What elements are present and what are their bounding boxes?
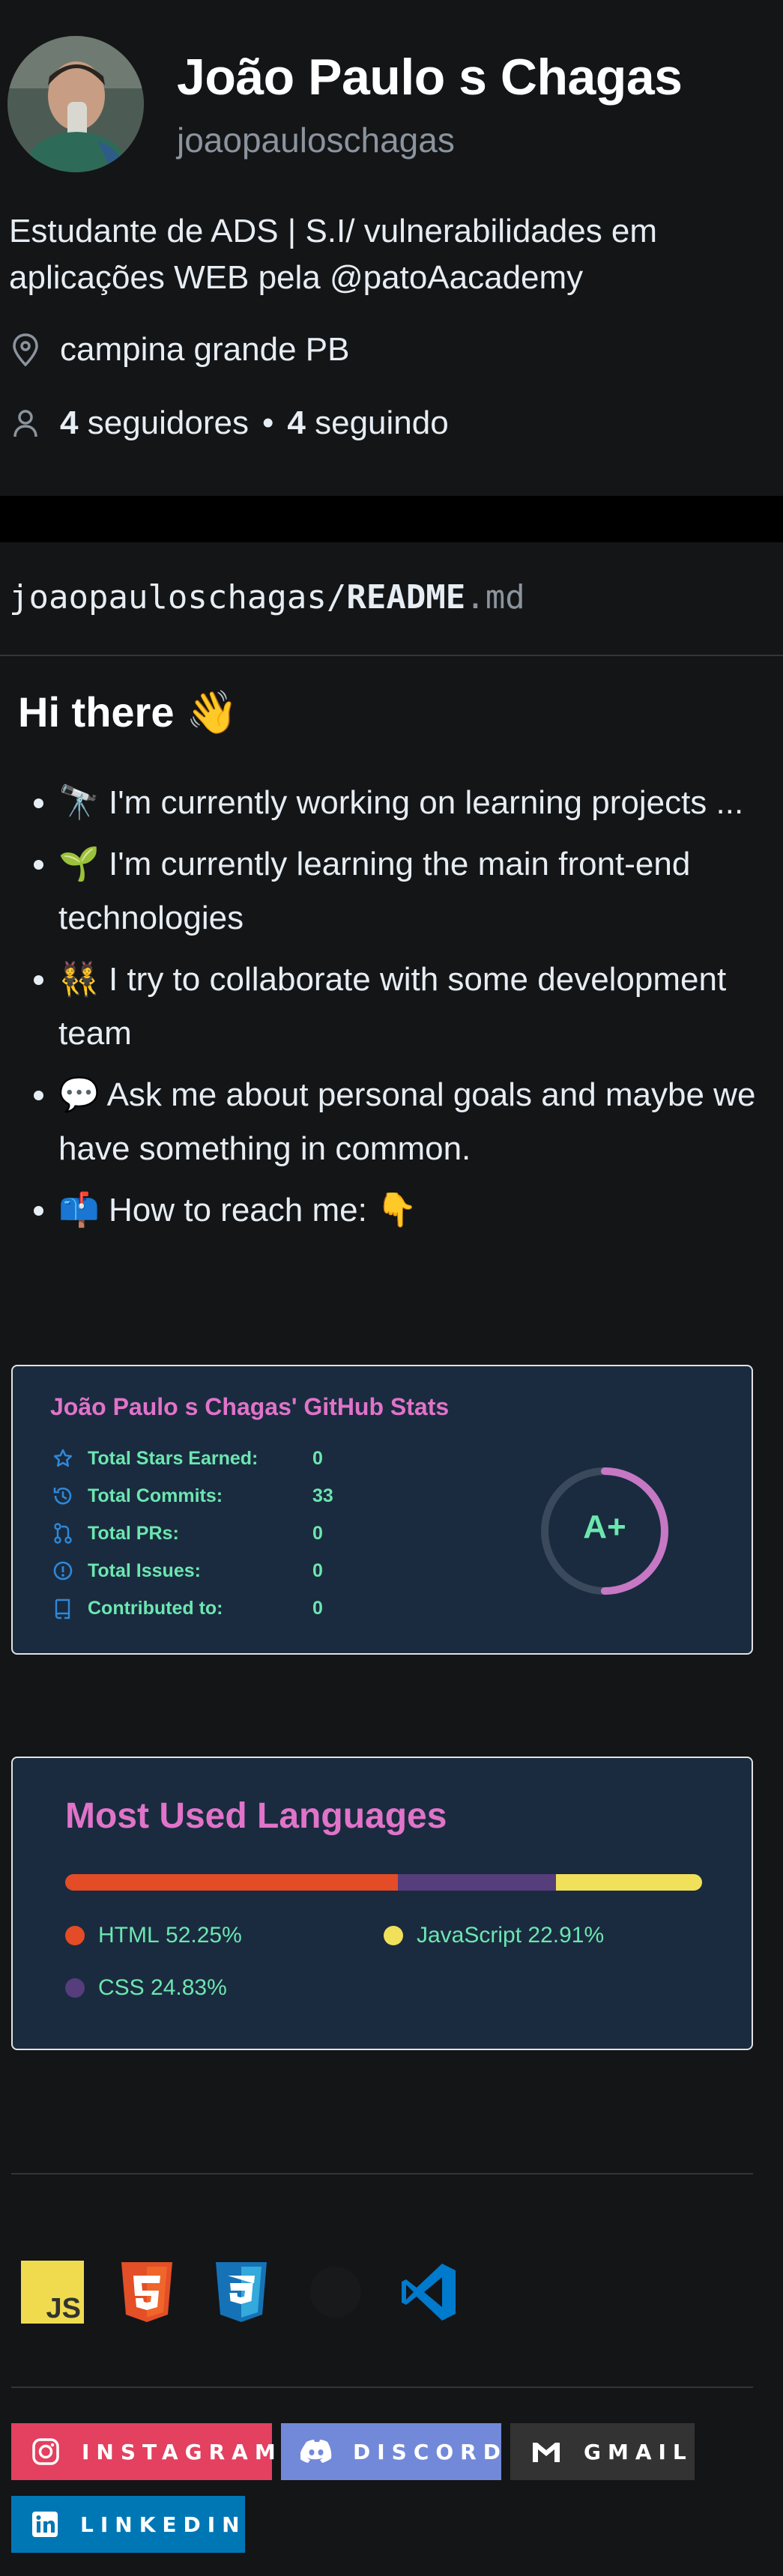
language-percent: 24.83% (151, 1975, 227, 2000)
readme-owner: joaopauloschagas/ (9, 578, 347, 616)
stat-value: 0 (312, 1447, 323, 1469)
discord-badge[interactable]: DISCORD (281, 2423, 501, 2480)
language-name: JavaScript (417, 1923, 522, 1948)
language-name: CSS (98, 1975, 145, 2000)
linkedin-badge[interactable]: LINKEDIN (11, 2496, 245, 2553)
stat-label: Total Issues: (88, 1560, 201, 1581)
readme-title[interactable]: joaopauloschagas/README.md (9, 578, 525, 616)
stat-row-commits: Total Commits: 33 (50, 1483, 333, 1509)
language-dot (65, 1978, 85, 1998)
list-item: 🌱 I'm currently learning the main front-… (58, 837, 783, 945)
profile-bio: Estudante de ADS | S.I/ vulnerabilidades… (9, 213, 658, 296)
svg-text:JS: JS (46, 2293, 81, 2324)
stat-row-contributed: Contributed to: 0 (50, 1595, 323, 1621)
divider (11, 2173, 753, 2175)
pull-request-icon (50, 1521, 76, 1546)
stats-title: João Paulo s Chagas' GitHub Stats (50, 1393, 450, 1420)
instagram-label: INSTAGRAM (82, 2439, 282, 2464)
list-item: 💬 Ask me about personal goals and maybe … (58, 1068, 783, 1176)
language-dot (384, 1926, 403, 1945)
profile-name: João Paulo s Chagas (177, 49, 683, 106)
followers-label: seguidores (87, 404, 249, 441)
discord-icon (300, 2435, 332, 2468)
stat-value: 33 (312, 1485, 333, 1506)
linkedin-icon (31, 2508, 59, 2541)
profile-follow-row: 4 seguidores • 4 seguindo (9, 404, 449, 442)
issue-icon (50, 1558, 76, 1584)
gmail-label: GMAIL (584, 2439, 693, 2464)
discord-label: DISCORD (353, 2439, 507, 2464)
css3-icon (210, 2261, 273, 2324)
section-divider-bar (0, 496, 783, 542)
following-link[interactable]: 4 seguindo (287, 404, 448, 442)
languages-card[interactable]: Most Used Languages HTML 52.25% JavaScri… (11, 1757, 753, 2050)
readme-divider (0, 655, 783, 656)
divider (11, 2386, 753, 2388)
list-item: 📫 How to reach me: 👇 (58, 1184, 783, 1237)
instagram-icon (31, 2435, 61, 2468)
stat-label: Total Stars Earned: (88, 1447, 259, 1469)
github-icon (304, 2261, 367, 2324)
gmail-badge[interactable]: GMAIL (510, 2423, 695, 2480)
language-item-css: CSS 24.83% (65, 1975, 227, 2001)
repo-icon (50, 1595, 76, 1621)
language-dot (65, 1926, 85, 1945)
stat-row-issues: Total Issues: 0 (50, 1558, 323, 1584)
list-item: 👯 I try to collaborate with some develop… (58, 953, 783, 1061)
profile-location: campina grande PB (9, 331, 349, 369)
list-item: 🔭 I'm currently working on learning proj… (58, 776, 783, 830)
stat-label: Contributed to: (88, 1597, 223, 1619)
profile-login: joaopauloschagas (177, 121, 455, 160)
stat-value: 0 (312, 1597, 323, 1619)
following-label: seguindo (315, 404, 449, 441)
html5-icon (115, 2261, 178, 2324)
location-pin-icon (9, 333, 42, 366)
languages-title: Most Used Languages (65, 1796, 447, 1836)
language-segment-css (398, 1874, 557, 1891)
language-item-javascript: JavaScript 22.91% (384, 1923, 604, 1948)
stat-value: 0 (312, 1560, 323, 1581)
readme-ext: .md (465, 578, 525, 616)
location-text: campina grande PB (60, 331, 350, 368)
stat-label: Total PRs: (88, 1522, 179, 1544)
instagram-badge[interactable]: INSTAGRAM (11, 2423, 276, 2480)
followers-count: 4 (60, 404, 79, 441)
javascript-icon: JS (21, 2261, 84, 2324)
person-icon (9, 407, 42, 440)
linkedin-label: LINKEDIN (80, 2512, 247, 2537)
history-icon (50, 1483, 76, 1509)
vscode-icon (397, 2261, 460, 2324)
follow-separator: • (261, 404, 274, 441)
github-stats-card[interactable]: João Paulo s Chagas' GitHub Stats Total … (11, 1365, 753, 1655)
language-segment-html (65, 1874, 399, 1891)
grade-text: A+ (583, 1509, 626, 1545)
language-percent: 52.25% (166, 1923, 242, 1948)
language-item-html: HTML 52.25% (65, 1923, 242, 1948)
star-icon (50, 1446, 76, 1471)
language-name: HTML (98, 1923, 160, 1948)
gmail-icon (530, 2435, 563, 2468)
readme-heading: Hi there 👋 (18, 688, 238, 736)
stat-row-stars: Total Stars Earned: 0 (50, 1446, 323, 1471)
language-segment-javascript (556, 1874, 702, 1891)
stat-value: 0 (312, 1522, 323, 1544)
readme-file: README (346, 578, 466, 616)
language-percent: 22.91% (527, 1923, 605, 1948)
following-count: 4 (287, 404, 306, 441)
languages-progress-bar (65, 1874, 702, 1891)
stat-row-prs: Total PRs: 0 (50, 1521, 323, 1546)
followers-link[interactable]: 4 seguidores (60, 404, 249, 442)
readme-list: 🔭 I'm currently working on learning proj… (25, 776, 783, 1245)
stat-label: Total Commits: (88, 1485, 223, 1506)
avatar[interactable] (7, 36, 144, 172)
